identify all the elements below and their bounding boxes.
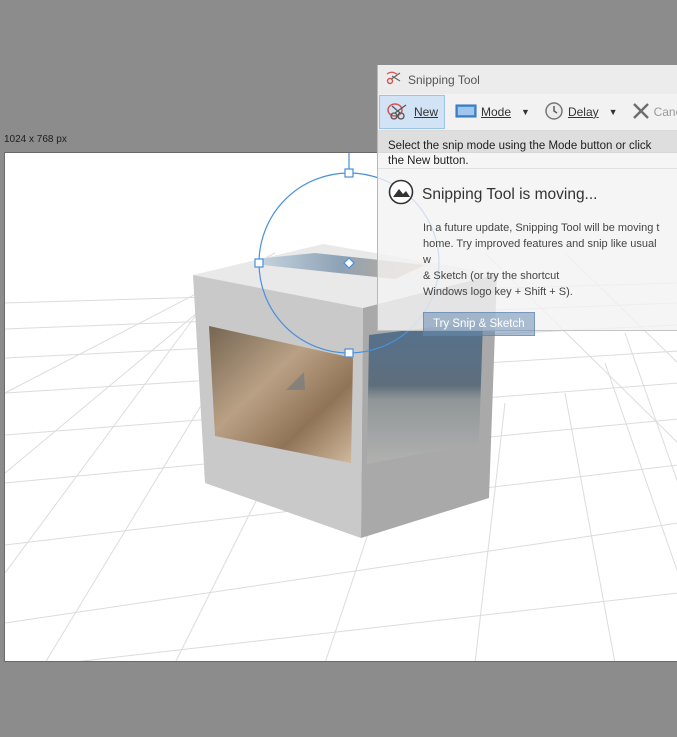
moving-notice: Snipping Tool is moving... In a future u…: [378, 169, 677, 336]
instruction-text: Select the snip mode using the Mode butt…: [378, 131, 677, 169]
notice-line: Windows logo key + Shift + S).: [423, 286, 573, 298]
resize-handle-top: [344, 168, 354, 178]
try-snip-sketch-button[interactable]: Try Snip & Sketch: [423, 312, 535, 336]
snipping-tool-window: Snipping Tool New Mode ▼ Delay ▼ Can Sel…: [377, 65, 677, 336]
cancel-button-label: Cance: [653, 105, 677, 119]
notice-body: In a future update, Snipping Tool will b…: [423, 220, 667, 300]
notice-line: In a future update, Snipping Tool will b…: [423, 222, 660, 234]
mode-button-label: Mode: [481, 105, 512, 119]
canvas-dimensions-label: 1024 x 768 px: [4, 134, 67, 145]
window-title: Snipping Tool: [408, 72, 480, 87]
resize-handle-left: [254, 258, 264, 268]
caret-down-icon[interactable]: ▼: [609, 107, 618, 117]
cube-right-image: [367, 321, 483, 464]
notice-line: home. Try improved features and snip lik…: [423, 238, 657, 266]
delay-button-label: Delay: [567, 105, 599, 119]
delay-button[interactable]: Delay ▼: [538, 95, 624, 129]
caret-down-icon[interactable]: ▼: [521, 107, 530, 117]
new-button[interactable]: New: [379, 95, 446, 129]
notice-title: Snipping Tool is moving...: [422, 185, 598, 203]
mode-icon: [455, 103, 477, 122]
snipping-toolbar: New Mode ▼ Delay ▼ Can: [378, 94, 677, 131]
resize-handle-bottom: [344, 348, 354, 358]
snip-sketch-icon: [388, 179, 414, 210]
clock-icon: [544, 101, 564, 124]
scissors-icon: [386, 71, 402, 88]
mode-button[interactable]: Mode ▼: [449, 95, 536, 129]
snipping-tool-titlebar[interactable]: Snipping Tool: [378, 65, 677, 94]
new-button-label: New: [414, 105, 439, 119]
cancel-button[interactable]: Cance: [626, 95, 677, 129]
scissors-icon: [386, 101, 410, 124]
notice-line: & Sketch (or try the shortcut: [423, 270, 560, 282]
close-x-icon: [632, 102, 650, 123]
